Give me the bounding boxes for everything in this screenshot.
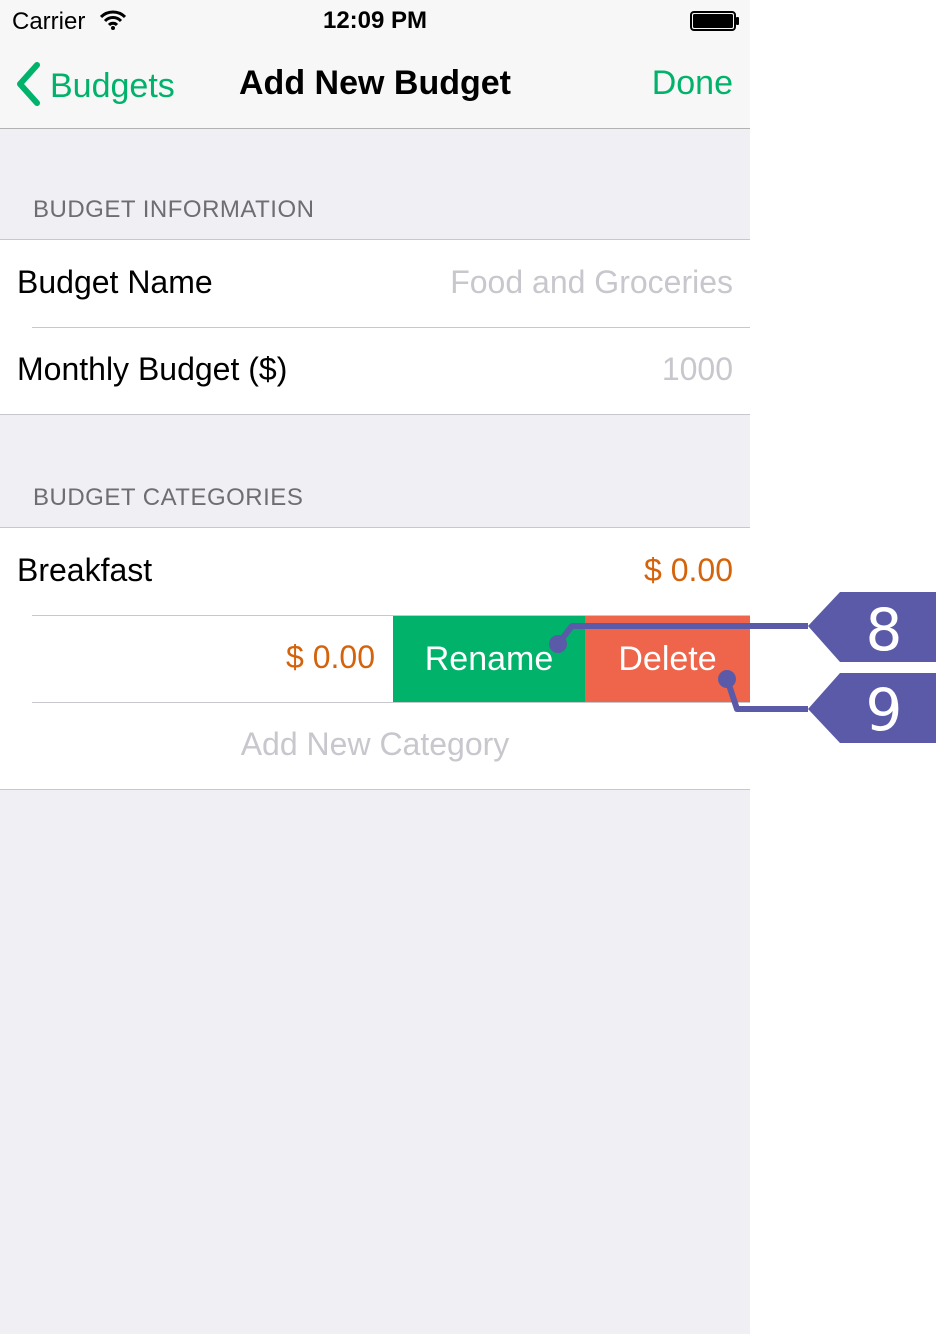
callout-8: 8 (549, 592, 936, 664)
callout-number-9: 9 (866, 676, 903, 744)
callout-overlay: 8 9 (549, 592, 936, 744)
callout-9: 9 (718, 670, 936, 744)
callout-number-8: 8 (866, 596, 903, 664)
